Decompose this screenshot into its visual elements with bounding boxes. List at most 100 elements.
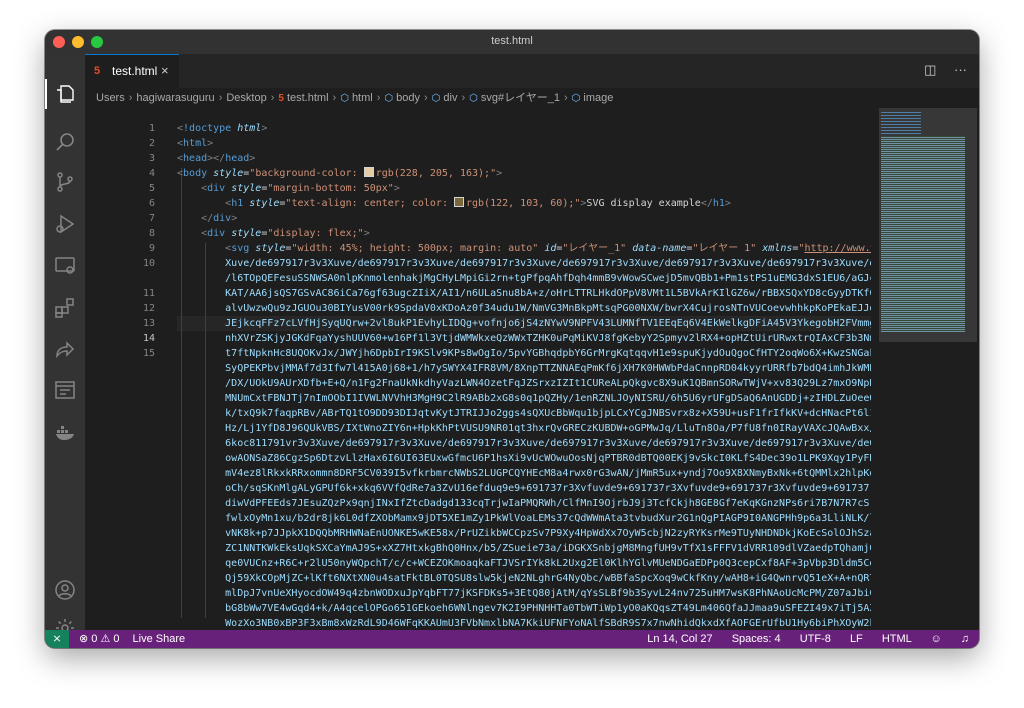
vscode-window: test.html 5 test.html × ◫ ··· Users › ha… [45,30,979,648]
code-line[interactable]: k/txQ9k7faqpRBv/ABrTQ1tO9DD93DIJqtvKytJT… [177,406,871,421]
encoding[interactable]: UTF-8 [800,633,831,645]
breadcrumb-item[interactable]: Users [96,92,125,104]
breadcrumb: Users › hagiwarasuguru › Desktop › 5 test.html ›… [85,88,979,108]
code-line[interactable]: <!doctype html> [177,121,267,136]
breadcrumb-item[interactable]: body [396,92,420,104]
code-line[interactable]: <body style="background-color: rgb(228, … [177,166,502,181]
tab-close-icon[interactable]: × [161,63,169,78]
code-line[interactable]: KAT/AA6jsQS7GSvAC86iCa76gf63ugcZIiX/AI1/… [177,286,871,301]
source-control-icon[interactable] [53,170,77,194]
code-line[interactable]: oCh/sqSKnMlgALyGPUf6k+xkq6VVfQdRe7a3ZvU1… [177,481,871,496]
minimap-code-preview [881,136,965,332]
tab-label: test.html [112,64,158,78]
breadcrumb-separator: › [376,92,381,104]
breadcrumb-separator: › [128,92,133,104]
remote-explorer-icon[interactable] [53,254,77,278]
breadcrumb-item[interactable]: div [443,92,457,104]
minimap[interactable] [871,108,979,630]
code-line[interactable]: diwVdPFEEds7JEsuZQzPx9qnjINxIfZtcDadgd13… [177,496,871,511]
active-indicator [45,79,47,109]
breadcrumb-separator: › [564,92,568,104]
line-number: 5 [148,183,155,194]
search-icon[interactable] [53,130,77,154]
html5-file-icon: 5 [94,65,101,77]
code-line[interactable]: mV4ez8lRkxkRRxommn8DRF5CV039I5vfkrbmrcNW… [177,466,871,481]
code-line[interactable]: mlDpJ7vnUeXHyocdOW49q4zbnWODxuJpYqbFT77j… [177,586,871,601]
code-line[interactable]: alvUwzwQu9zJGUOu30BIYusV00rk9SpdaV0xKDoA… [177,301,871,316]
code-line[interactable]: fwlxOyMn1xu/b2dr8jk6L0dfZXObMamx9jDT5XE1… [177,511,871,526]
code-line[interactable]: 6koc811791vr3v3Xuve/de697917r3v3Xuve/de6… [177,436,871,451]
breadcrumb-item[interactable]: image [583,92,613,104]
code-line[interactable]: MNUmCxtFBNJTj7nImOObI1IVWLNVVhH3MgH9C2lR… [177,391,871,406]
line-number: 10 [142,258,155,269]
code-line[interactable]: Qj59XkCOpMjZC+lKft6NXtXN0u4satFktBL0TQSU… [177,571,871,586]
code-line[interactable]: owAONSaZ86CgzSp6DtzvLlzHax6I6UI63EUxwGfm… [177,451,871,466]
code-line[interactable]: Xuve/de697917r3v3Xuve/de697917r3v3Xuve/d… [177,256,871,271]
explorer-icon[interactable] [53,82,77,106]
notifications-bell-icon[interactable]: ♫ [961,633,969,645]
line-number: 12 [142,303,155,314]
end-of-line[interactable]: LF [850,633,863,645]
line-number: 2 [148,138,155,149]
live-share-button[interactable]: Live Share [133,633,186,645]
tab-bar: 5 test.html × ◫ ··· [85,54,979,88]
docker-icon[interactable] [53,420,77,444]
code-line[interactable]: <head></head> [177,151,255,166]
run-debug-icon[interactable] [53,212,77,236]
more-actions-icon[interactable]: ··· [954,62,967,77]
indentation[interactable]: Spaces: 4 [732,633,781,645]
line-number: 11 [142,288,155,299]
code-line[interactable]: WozXo3NB0xBP3F3xBm8xWzRdL9D46WFqKKAUmU3F… [177,616,871,630]
account-icon[interactable] [53,578,77,602]
breadcrumb-item[interactable]: Desktop [226,92,266,104]
code-editor[interactable]: 1 2 3 4 5 6 7 8 9 10 11 12 13 14 15 <!doctype html> <ht… [85,108,871,630]
code-line[interactable]: /l6TOpQEFesuSSNWSA0nlpKnmolenhakjMgCHyLM… [177,271,871,286]
line-number: 14 [142,333,155,344]
symbol-element-icon: ⬡ [340,93,349,104]
code-line[interactable]: JEjkcqFFz7cLVfHjSyqUQrw+2vl8ukP1EvhyLIDQ… [177,316,871,331]
symbol-element-icon: ⬡ [431,93,441,104]
code-line[interactable]: qe0VUCnz+R6C+r2lU50nyWQpchT/c/c+WCEZOKmo… [177,556,871,571]
line-number: 13 [142,318,155,329]
browser-preview-icon[interactable] [53,378,77,402]
code-line[interactable]: <div style="display: flex;"> [177,226,370,241]
breadcrumb-separator: › [423,92,428,104]
line-number: 7 [148,213,155,224]
split-editor-icon[interactable]: ◫ [924,62,936,77]
remote-indicator-icon[interactable]: ⨯ [45,630,69,648]
breadcrumb-separator: › [461,92,466,104]
breadcrumb-item[interactable]: html [352,92,373,104]
code-line[interactable]: Hz/Lj1YfD8J96QUkVBS/IXtWnoZIY6n+HpkKhPtV… [177,421,871,436]
code-line[interactable]: <div style="margin-bottom: 50px"> [177,181,400,196]
code-line[interactable]: <html> [177,136,213,151]
code-line[interactable]: <h1 style="text-align: center; color: rg… [177,196,731,211]
code-line[interactable]: SyQPEKPbvjMMAf7d3Ifw7l415A0j68+1/h7ySWYX… [177,361,871,376]
code-line[interactable]: ZC1NNTKWkEksUqkSXCaYmAJ9S+xXZ7HtxkgBhQ0H… [177,541,871,556]
language-mode[interactable]: HTML [882,633,912,645]
code-line[interactable]: <svg style="width: 45%; height: 500px; m… [177,241,871,256]
code-line[interactable]: nhXVrZSKjyJGKdFqaYyshUUV60+w16Pf1l3VtjdW… [177,331,871,346]
breadcrumb-item[interactable]: svg#レイヤー_1 [481,92,560,104]
line-number: 3 [148,153,155,164]
extensions-icon[interactable] [53,296,77,320]
breadcrumb-separator: › [332,92,337,104]
line-number: 15 [142,348,155,359]
breadcrumb-item[interactable]: hagiwarasuguru [136,92,214,104]
line-number: 8 [148,228,155,239]
live-share-icon[interactable] [53,338,77,362]
code-line[interactable]: vNK8k+p7JJpkX1DQQbMRHWNaEnUONKE5wKE58x/P… [177,526,871,541]
activity-bar: 1 [45,54,85,644]
feedback-icon[interactable]: ☺ [930,633,941,645]
tab-test-html[interactable]: 5 test.html × [85,54,179,88]
window-title: test.html [491,35,533,47]
symbol-element-icon: ⬡ [469,93,478,104]
code-line[interactable]: /DX/UOkU9AUrXDfb+E+Q/n1Fg2FnaUkNkdhyVazL… [177,376,871,391]
breadcrumb-separator: › [218,92,223,104]
code-line[interactable]: </div> [177,211,237,226]
cursor-position[interactable]: Ln 14, Col 27 [647,633,712,645]
breadcrumb-item[interactable]: test.html [287,92,329,104]
code-line[interactable]: t7ftNpknHc8UQOKvJx/JWYjh6DpbIrI9KSlv9KPs… [177,346,871,361]
code-line[interactable]: bG8bWw7VE4wGqd4+k/A4qcelOPGo651GEkoeh6WN… [177,601,871,616]
problems-indicator[interactable]: ⊗ 0 ⚠ 0 [79,633,119,645]
symbol-element-icon: ⬡ [384,93,394,104]
